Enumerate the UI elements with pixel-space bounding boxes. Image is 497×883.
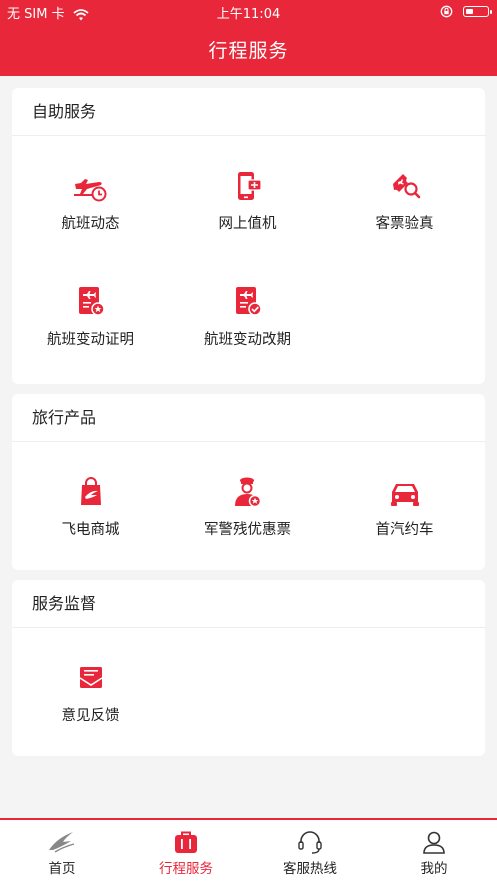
tile-label: 航班变动改期 — [204, 332, 291, 348]
status-bar: 无 SIM 卡 上午11:04 — [0, 3, 497, 23]
tab-label: 我的 — [420, 861, 448, 877]
user-icon — [423, 831, 445, 854]
orientation-lock-icon — [440, 5, 453, 18]
officer-badge-icon — [234, 477, 261, 508]
phone-boarding-icon — [237, 172, 262, 200]
document-plane-check-icon — [235, 287, 262, 316]
military-discount-tile[interactable]: 军警残优惠票 — [169, 476, 326, 588]
tile-label: 飞电商城 — [61, 522, 120, 538]
flight-change-cert-tile[interactable]: 航班变动证明 — [12, 286, 169, 398]
shopping-bag-icon — [80, 477, 101, 505]
plane-clock-icon — [73, 179, 106, 202]
self-service-section: 自助服务 航班动态 网上值机 客票验真 航班变动证明 航班变动改期 — [12, 88, 485, 384]
section-title: 自助服务 — [12, 88, 485, 136]
car-icon — [390, 484, 419, 506]
app-header: 无 SIM 卡 上午11:04 行程服务 — [0, 0, 497, 76]
tile-label: 网上值机 — [218, 216, 277, 232]
document-plane-star-icon — [78, 287, 105, 316]
flight-reschedule-tile[interactable]: 航班变动改期 — [169, 286, 326, 398]
shouqi-car-tile[interactable]: 首汽约车 — [326, 476, 483, 588]
tile-label: 军警残优惠票 — [204, 522, 291, 538]
tab-label: 首页 — [48, 861, 76, 877]
tab-home[interactable]: 首页 — [0, 820, 124, 883]
tile-label: 首汽约车 — [375, 522, 434, 538]
bottom-tab-bar: 首页 行程服务 客服热线 我的 — [0, 818, 497, 883]
fd-mall-tile[interactable]: 飞电商城 — [12, 476, 169, 588]
tab-itinerary-service[interactable]: 行程服务 — [124, 820, 248, 883]
feedback-envelope-icon — [79, 667, 102, 688]
ticket-verify-tile[interactable]: 客票验真 — [326, 170, 483, 282]
tab-mine[interactable]: 我的 — [372, 820, 496, 883]
tile-label: 航班变动证明 — [47, 332, 134, 348]
status-time: 上午11:04 — [216, 7, 281, 22]
page-title: 行程服务 — [208, 40, 289, 62]
tab-customer-hotline[interactable]: 客服热线 — [248, 820, 372, 883]
section-title: 服务监督 — [12, 580, 485, 628]
travel-products-section: 旅行产品 飞电商城 军警残优惠票 首汽约车 — [12, 394, 485, 570]
feedback-tile[interactable]: 意见反馈 — [12, 662, 169, 774]
section-title: 旅行产品 — [12, 394, 485, 442]
suitcase-icon — [175, 831, 197, 853]
service-supervision-section: 服务监督 意见反馈 — [12, 580, 485, 756]
tab-label: 行程服务 — [159, 861, 213, 877]
tile-label: 航班动态 — [61, 216, 120, 232]
tile-label: 客票验真 — [375, 216, 434, 232]
tab-label: 客服热线 — [283, 861, 337, 877]
battery-icon — [463, 6, 492, 17]
flight-status-tile[interactable]: 航班动态 — [12, 170, 169, 282]
home-logo-icon — [49, 832, 75, 853]
tile-label: 意见反馈 — [61, 708, 120, 724]
headset-icon — [298, 831, 322, 854]
ticket-search-icon — [392, 174, 420, 199]
online-checkin-tile[interactable]: 网上值机 — [169, 170, 326, 282]
